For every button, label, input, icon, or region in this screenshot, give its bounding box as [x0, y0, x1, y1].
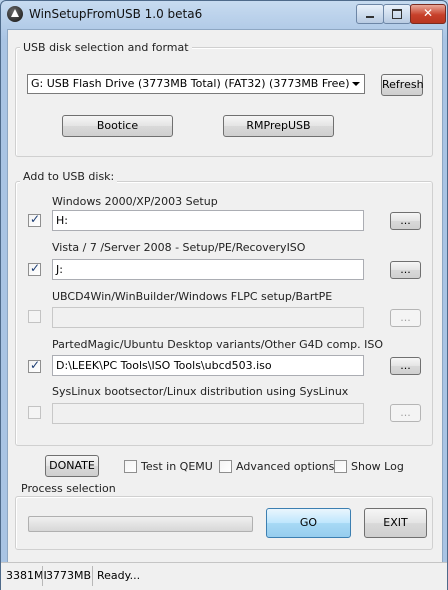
- browse-button-vista[interactable]: ...: [390, 261, 421, 279]
- app-window: WinSetupFromUSB 1.0 beta6 ✕ USB disk sel…: [0, 0, 448, 590]
- source-label-syslinux: SysLinux bootsector/Linux distribution u…: [52, 385, 349, 398]
- rmprepusb-button[interactable]: RMPrepUSB: [223, 115, 334, 137]
- status-separator: [92, 566, 93, 586]
- go-button[interactable]: GO: [266, 508, 351, 538]
- source-label-vista: Vista / 7 /Server 2008 - Setup/PE/Recove…: [52, 241, 306, 254]
- browse-button-winxp[interactable]: ...: [390, 212, 421, 230]
- show-log-checkbox[interactable]: [334, 460, 347, 473]
- source-checkbox-ubcd4win[interactable]: [28, 310, 41, 323]
- window-title: WinSetupFromUSB 1.0 beta6: [29, 7, 203, 21]
- bootice-button[interactable]: Bootice: [62, 115, 173, 137]
- source-label-ubcd4win: UBCD4Win/WinBuilder/Windows FLPC setup/B…: [52, 290, 333, 303]
- status-total-size: 3773MB: [46, 569, 92, 582]
- usb-drive-value: G: USB Flash Drive (3773MB Total) (FAT32…: [31, 77, 350, 90]
- show-log-label[interactable]: Show Log: [351, 460, 404, 473]
- close-icon: ✕: [422, 6, 434, 20]
- app-logo-icon: [7, 6, 23, 22]
- exit-button[interactable]: EXIT: [364, 508, 427, 538]
- source-path-syslinux[interactable]: [52, 403, 364, 424]
- close-button[interactable]: ✕: [410, 4, 446, 24]
- test-qemu-checkbox[interactable]: [124, 460, 137, 473]
- advanced-options-checkbox[interactable]: [219, 460, 232, 473]
- main-panel: USB disk selection and format G: USB Fla…: [7, 29, 443, 563]
- usb-selection-legend: USB disk selection and format: [20, 41, 192, 54]
- minimize-button[interactable]: [356, 4, 384, 24]
- progress-bar: [28, 516, 253, 532]
- add-to-usb-legend: Add to USB disk:: [20, 170, 118, 183]
- browse-button-ubcd4win[interactable]: ...: [390, 309, 421, 327]
- test-qemu-label[interactable]: Test in QEMU: [141, 460, 213, 473]
- process-selection-legend: Process selection: [21, 482, 116, 495]
- status-free-space: 3381MI: [6, 569, 47, 582]
- source-path-ubcd4win[interactable]: [52, 307, 364, 328]
- donate-button[interactable]: DONATE: [45, 455, 99, 477]
- title-bar[interactable]: WinSetupFromUSB 1.0 beta6 ✕: [1, 1, 447, 29]
- source-label-partedmagic: PartedMagic/Ubuntu Desktop variants/Othe…: [52, 338, 383, 351]
- source-path-winxp[interactable]: H:: [52, 210, 364, 231]
- advanced-options-label[interactable]: Advanced options: [236, 460, 334, 473]
- source-label-winxp: Windows 2000/XP/2003 Setup: [52, 195, 218, 208]
- status-bar: 3381MI 3773MB Ready...: [1, 562, 447, 590]
- browse-button-syslinux[interactable]: ...: [390, 404, 421, 422]
- chevron-down-icon: [352, 82, 360, 86]
- source-path-vista[interactable]: J:: [52, 259, 364, 280]
- browse-button-partedmagic[interactable]: ...: [390, 357, 421, 375]
- usb-drive-select[interactable]: G: USB Flash Drive (3773MB Total) (FAT32…: [27, 74, 365, 94]
- source-checkbox-syslinux[interactable]: [28, 406, 41, 419]
- source-path-partedmagic[interactable]: D:\LEEK\PC Tools\ISO Tools\ubcd503.iso: [52, 355, 364, 376]
- usb-selection-group: [15, 47, 433, 157]
- source-checkbox-partedmagic[interactable]: [28, 358, 41, 373]
- refresh-button[interactable]: Refresh: [381, 74, 424, 96]
- status-separator: [42, 566, 43, 586]
- status-message: Ready...: [97, 569, 141, 582]
- source-checkbox-vista[interactable]: [28, 261, 41, 276]
- source-checkbox-winxp[interactable]: [28, 212, 41, 227]
- maximize-button[interactable]: [383, 4, 411, 24]
